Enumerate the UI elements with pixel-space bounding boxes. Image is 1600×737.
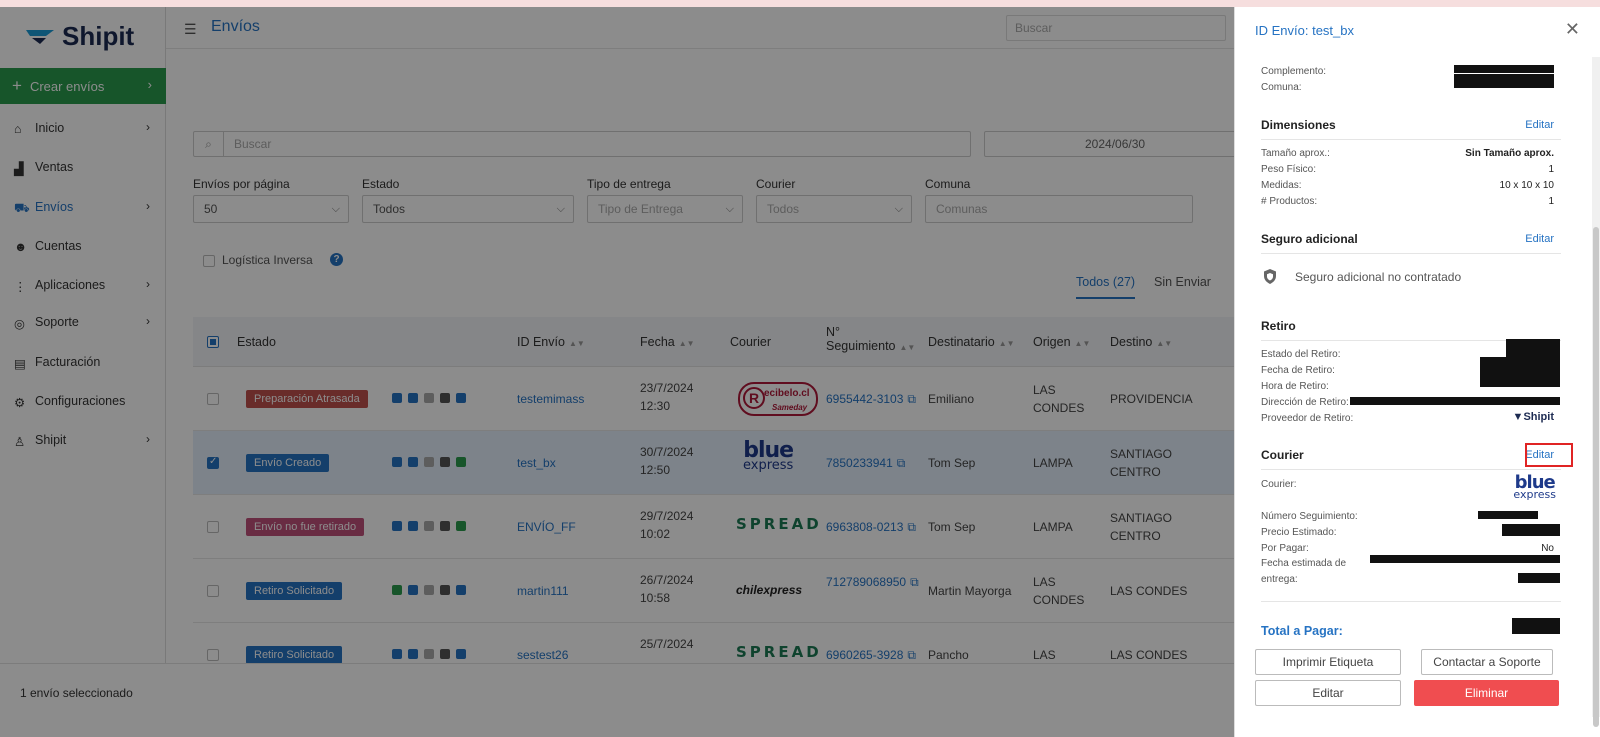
seguro-status-text: Seguro adicional no contratado [1295,270,1462,284]
medidas-label: Medidas: [1261,180,1302,191]
blue-express-logo: blue express [1513,474,1556,501]
precio-estimado-label: Precio Estimado: [1261,527,1337,538]
fecha-estimada-label: Fecha estimada de [1261,558,1347,569]
contact-support-button[interactable]: Contactar a Soporte [1421,649,1553,675]
redaction [1518,573,1560,583]
divider [1261,139,1561,140]
peso-value: 1 [1548,164,1554,175]
top-strip [0,0,1600,7]
peso-label: Peso Físico: [1261,164,1317,175]
drawer-scrollbar[interactable] [1592,57,1600,727]
estado-retiro-label: Estado del Retiro: [1261,349,1341,360]
shipit-provider-logo: ▼Shipit [1512,411,1554,423]
tamano-value: Sin Tamaño aprox. [1465,148,1554,159]
drawer-title: ID Envío: test_bx [1255,23,1354,38]
por-pagar-label: Por Pagar: [1261,543,1309,554]
scrollbar-thumb[interactable] [1593,227,1599,727]
close-icon[interactable]: ✕ [1565,19,1580,40]
seguro-edit-link[interactable]: Editar [1525,233,1554,245]
redaction [1480,357,1520,387]
delete-button[interactable]: Eliminar [1414,680,1559,706]
fecha-retiro-label: Fecha de Retiro: [1261,365,1335,376]
proveedor-retiro-label: Proveedor de Retiro: [1261,413,1354,424]
dimensiones-edit-link[interactable]: Editar [1525,119,1554,131]
retiro-title: Retiro [1261,319,1296,333]
print-label-button[interactable]: Imprimir Etiqueta [1255,649,1401,675]
courier-detail-label: Courier: [1261,479,1297,490]
modal-backdrop[interactable] [0,7,1234,737]
direccion-retiro-label: Dirección de Retiro: [1261,397,1349,408]
shield-icon [1264,269,1276,284]
fecha-estimada-label-2: entrega: [1261,574,1298,585]
shipment-detail-drawer: ID Envío: test_bx ✕ Complemento: Comuna:… [1234,7,1600,737]
express-logo-text: express [1513,488,1556,501]
provider-name: Shipit [1523,411,1554,423]
total-a-pagar-label: Total a Pagar: [1261,624,1343,638]
redaction [1454,74,1554,88]
edit-button[interactable]: Editar [1255,680,1401,706]
productos-label: # Productos: [1261,196,1318,207]
redaction [1370,555,1560,563]
complemento-label: Complemento: [1261,66,1327,77]
redaction [1454,65,1554,73]
courier-title: Courier [1261,448,1304,462]
redaction [1350,397,1560,405]
tamano-label: Tamaño aprox.: [1261,148,1330,159]
redaction [1478,511,1538,519]
comuna-detail-label: Comuna: [1261,82,1302,93]
dimensiones-title: Dimensiones [1261,118,1336,132]
medidas-value: 10 x 10 x 10 [1499,180,1554,191]
por-pagar-value: No [1541,543,1554,554]
seguro-title: Seguro adicional [1261,232,1358,246]
numero-seguimiento-label: Número Seguimiento: [1261,511,1358,522]
divider [1261,469,1561,470]
divider [1261,253,1561,254]
redaction [1512,618,1560,634]
highlight-box [1525,443,1573,467]
productos-value: 1 [1548,196,1554,207]
redaction [1502,524,1560,536]
divider [1261,601,1561,602]
hora-retiro-label: Hora de Retiro: [1261,381,1329,392]
